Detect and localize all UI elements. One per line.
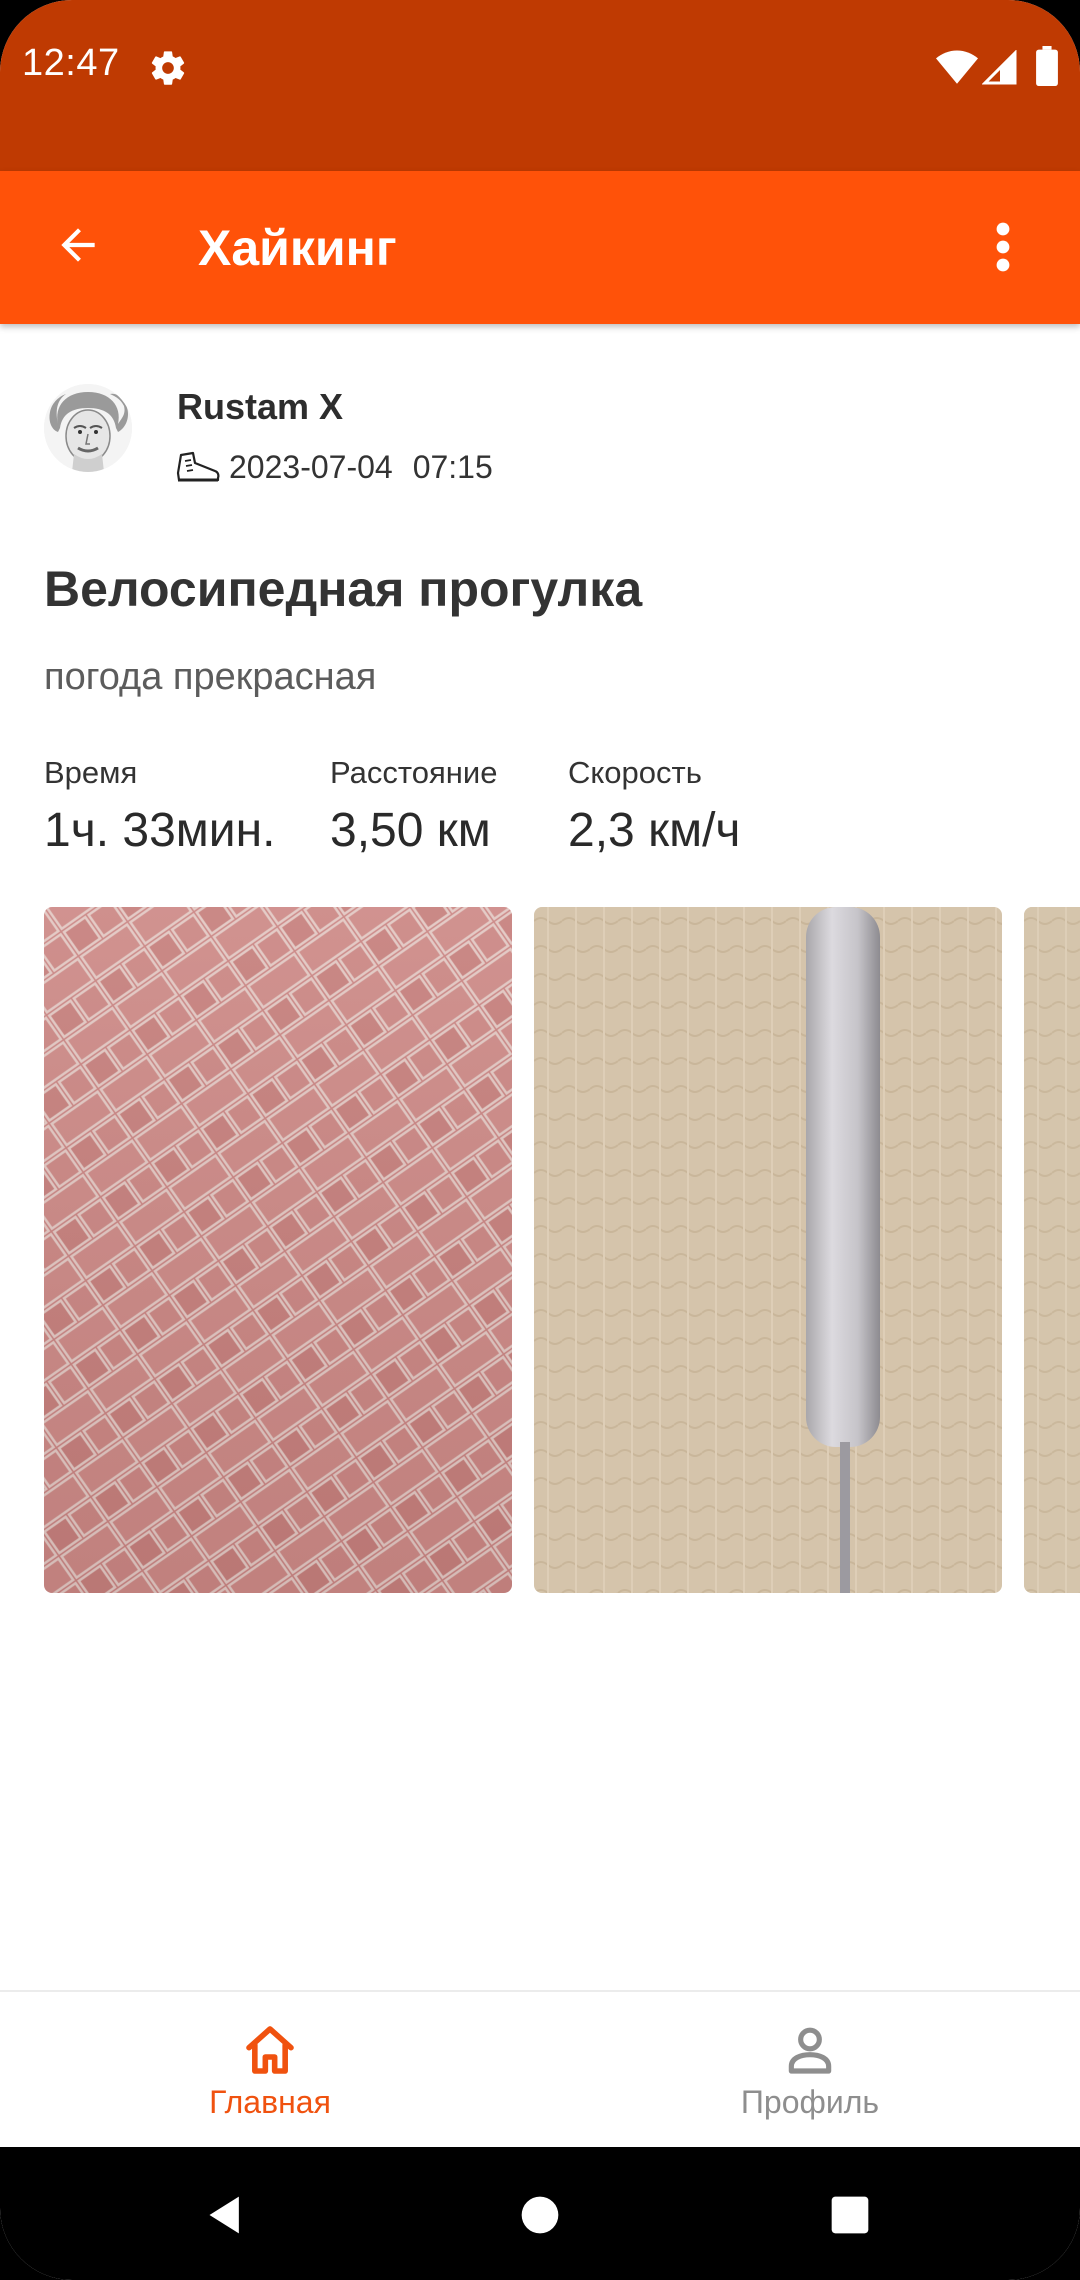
system-navigation-bar: [0, 2147, 1080, 2280]
circle-home-icon: [521, 2196, 559, 2234]
triangle-back-icon: [209, 2196, 239, 2234]
system-home-button[interactable]: [512, 2187, 568, 2243]
stat-label: Скорость: [568, 755, 702, 790]
person-icon: [788, 2027, 832, 2074]
stat-label: Расстояние: [330, 755, 498, 790]
post-date: 2023-07-04: [229, 448, 393, 485]
photo-item[interactable]: [44, 907, 512, 1593]
nav-label-home: Главная: [209, 2084, 331, 2120]
signal-icon: [982, 50, 1017, 85]
hiking-boot-icon: [176, 451, 220, 482]
paving-bricks-photo: [44, 907, 512, 1593]
page-title: Хайкинг: [198, 220, 397, 276]
stat-distance: Расстояние 3,50 км: [330, 755, 497, 858]
system-recents-button[interactable]: [822, 2187, 878, 2243]
photo-item[interactable]: [1024, 907, 1080, 1593]
gear-icon: [151, 51, 185, 85]
post-meta: 2023-07-04 07:15: [175, 446, 493, 488]
post-description: погода прекрасная: [44, 656, 377, 698]
more-options-button[interactable]: [978, 211, 1028, 283]
phone-screen: 12:47 Хайкинг Rustam X 2023-07-04 07:15 …: [0, 0, 1080, 2280]
more-vert-icon: [996, 222, 1010, 272]
stat-value: 1ч. 33мин.: [44, 804, 276, 857]
nav-item-home[interactable]: Главная: [0, 1992, 540, 2149]
system-back-button[interactable]: [198, 2187, 254, 2243]
stat-time: Время 1ч. 33мин.: [44, 755, 275, 858]
stat-value: 2,3 км/ч: [568, 804, 741, 857]
nav-item-profile[interactable]: Профиль: [540, 1992, 1080, 2149]
arrow-back-icon: [61, 228, 95, 262]
post-title: Велосипедная прогулка: [44, 561, 643, 617]
author-name[interactable]: Rustam X: [177, 386, 343, 428]
back-button[interactable]: [46, 213, 110, 277]
wall-pipe-photo: [534, 907, 1002, 1593]
nav-label-profile: Профиль: [740, 2084, 880, 2120]
post-time: 07:15: [412, 448, 493, 485]
square-recents-icon: [831, 2196, 869, 2234]
stat-label: Время: [44, 755, 138, 790]
app-bar: Хайкинг: [0, 171, 1080, 324]
wifi-icon: [936, 50, 978, 84]
status-bar: 12:47: [0, 0, 1080, 171]
avatar-image: [44, 384, 132, 472]
wall-photo: [1024, 907, 1080, 1593]
photo-item[interactable]: [534, 907, 1002, 1593]
battery-icon: [1036, 46, 1058, 86]
photo-carousel[interactable]: [44, 907, 1080, 1595]
stat-speed: Скорость 2,3 км/ч: [568, 755, 740, 858]
bottom-navigation: Главная Профиль: [0, 1990, 1080, 2149]
stat-value: 3,50 км: [330, 804, 491, 857]
avatar[interactable]: [44, 384, 132, 472]
home-icon: [246, 2026, 294, 2074]
status-time: 12:47: [22, 42, 120, 84]
